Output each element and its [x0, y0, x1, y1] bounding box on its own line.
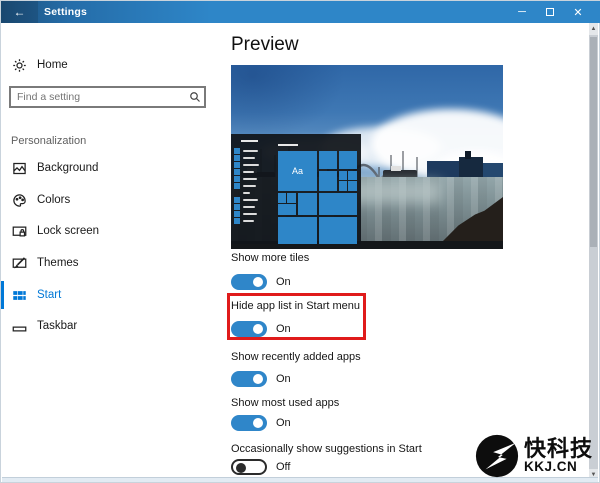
- sidebar-item-label: Taskbar: [37, 320, 78, 332]
- sidebar-section-label: Personalization: [11, 135, 87, 147]
- sidebar-item-label: Home: [37, 59, 68, 71]
- maximize-icon: [546, 8, 554, 16]
- start-app-list: [234, 140, 274, 224]
- tiles-header-line: [278, 144, 298, 146]
- start-menu-mock: Aa: [231, 134, 361, 244]
- setting-label-show-more-tiles: Show more tiles: [231, 252, 310, 264]
- start-grid-icon: [11, 287, 27, 303]
- sidebar-item-taskbar[interactable]: Taskbar: [1, 311, 228, 341]
- sidebar-item-label: Start: [37, 289, 62, 301]
- sidebar-item-colors[interactable]: Colors: [1, 185, 228, 215]
- toggle-knob: [253, 374, 263, 384]
- background-image-icon: [11, 160, 27, 176]
- settings-sidebar: Home Personalization Background Colors: [1, 23, 229, 482]
- aa-tile: Aa: [278, 151, 317, 191]
- sidebar-item-background[interactable]: Background: [1, 153, 228, 183]
- setting-label-hide-app-list: Hide app list in Start menu: [231, 300, 361, 312]
- sidebar-item-home[interactable]: Home: [11, 57, 68, 73]
- scroll-up-arrow-icon[interactable]: ▲: [589, 23, 598, 35]
- page-title: Preview: [231, 34, 299, 55]
- toggle-knob: [253, 277, 263, 287]
- toggle-state-label: On: [276, 373, 291, 385]
- toggle-row-most-used: On: [231, 415, 291, 431]
- toggle-show-more-tiles[interactable]: [231, 274, 267, 290]
- lock-screen-icon: [11, 223, 27, 239]
- sidebar-item-label: Lock screen: [37, 225, 100, 237]
- taskbar-icon: [11, 318, 27, 334]
- sidebar-item-label: Colors: [37, 194, 71, 206]
- toggle-state-label: On: [276, 417, 291, 429]
- toggle-state-label: On: [276, 323, 291, 335]
- start-menu-preview-image: Aa: [231, 65, 503, 249]
- toggle-state-label: Off: [276, 461, 291, 473]
- toggle-knob: [253, 324, 263, 334]
- sidebar-item-lock-screen[interactable]: Lock screen: [1, 216, 228, 246]
- back-arrow-icon: ←: [13, 5, 26, 19]
- kkj-watermark: 快科技 KKJ.CN: [474, 433, 593, 479]
- close-icon: ✕: [573, 6, 583, 19]
- watermark-domain-text: KKJ.CN: [523, 459, 578, 475]
- gear-icon: [11, 57, 27, 73]
- toggle-knob: [253, 418, 263, 428]
- kkj-logo-icon: [475, 434, 519, 478]
- title-bar: ← Settings ─ ✕: [1, 1, 600, 23]
- start-tiles-grid: Aa: [278, 134, 361, 244]
- setting-label-suggestions: Occasionally show suggestions in Start: [231, 443, 422, 455]
- colors-palette-icon: [11, 192, 27, 208]
- toggle-row-suggestions: Off: [231, 459, 290, 475]
- setting-label-most-used: Show most used apps: [231, 397, 340, 409]
- themes-icon: [11, 255, 27, 271]
- toggle-most-used[interactable]: [231, 415, 267, 431]
- watermark-cn-text: 快科技: [523, 436, 593, 462]
- toggle-knob: [236, 463, 246, 473]
- app-list-header-line: [241, 140, 258, 142]
- toggle-row-hide-app-list: On: [231, 321, 291, 337]
- close-button[interactable]: ✕: [564, 1, 592, 23]
- sidebar-item-label: Themes: [37, 257, 79, 269]
- scrollbar-thumb[interactable]: [590, 37, 597, 247]
- search-box: [9, 86, 206, 108]
- toggle-recently-added[interactable]: [231, 371, 267, 387]
- back-button[interactable]: ←: [1, 1, 38, 23]
- vertical-scrollbar[interactable]: ▲ ▼: [589, 23, 598, 481]
- toggle-row-show-more-tiles: On: [231, 274, 291, 290]
- search-input[interactable]: [11, 91, 186, 103]
- sidebar-item-label: Background: [37, 162, 99, 174]
- window-title: Settings: [44, 6, 88, 18]
- sidebar-item-themes[interactable]: Themes: [1, 248, 228, 278]
- settings-window: ← Settings ─ ✕ ▲ ▼ Home Personalization: [0, 0, 600, 483]
- sidebar-item-start[interactable]: Start: [1, 280, 228, 310]
- toggle-hide-app-list[interactable]: [231, 321, 267, 337]
- maximize-button[interactable]: [536, 1, 564, 23]
- minimize-icon: ─: [518, 6, 526, 18]
- toggle-suggestions[interactable]: [231, 459, 267, 475]
- minimize-button[interactable]: ─: [508, 1, 536, 23]
- toggle-state-label: On: [276, 276, 291, 288]
- toggle-row-recently-added: On: [231, 371, 291, 387]
- setting-label-recently-added: Show recently added apps: [231, 351, 361, 363]
- search-icon[interactable]: [186, 91, 204, 103]
